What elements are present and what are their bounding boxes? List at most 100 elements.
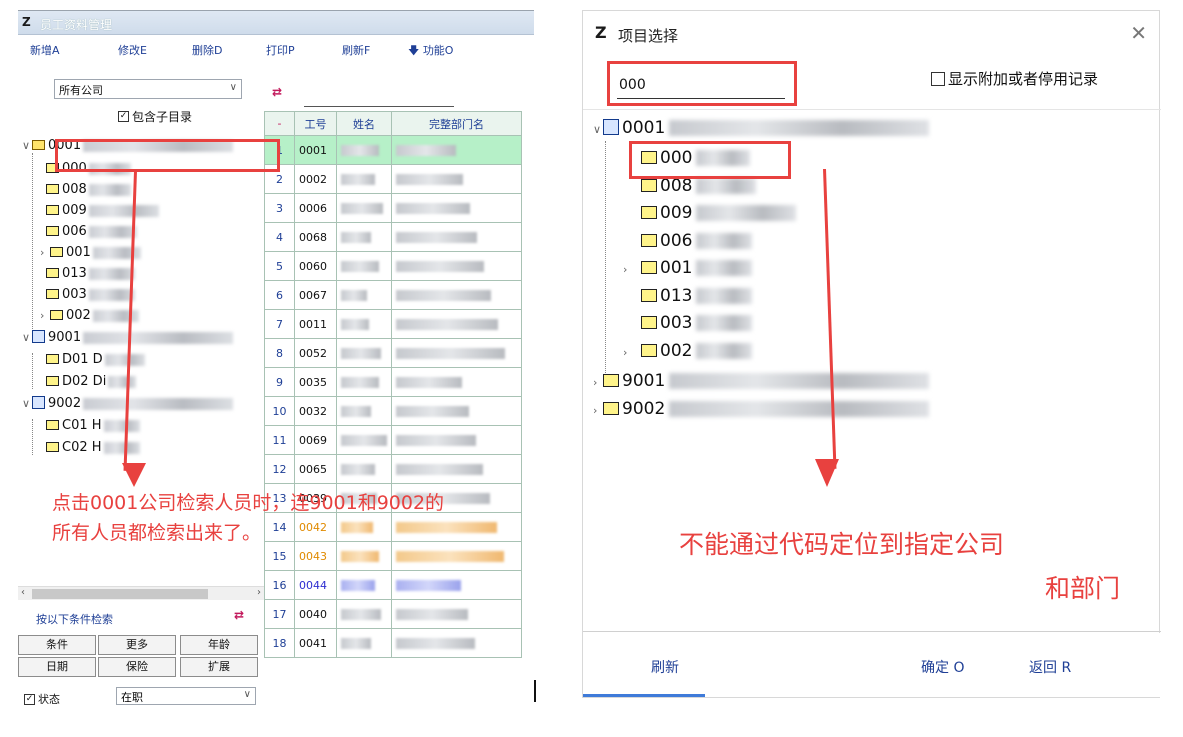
app-logo-icon: Z: [22, 15, 31, 29]
tree-node-001[interactable]: › 001: [40, 244, 141, 262]
include-subdir-checkbox[interactable]: ✓ 包含子目录: [118, 108, 192, 125]
tree-node-013[interactable]: 013: [46, 265, 135, 283]
folder-icon: [641, 260, 657, 274]
chevron-down-icon: ∨: [22, 139, 31, 152]
table-row[interactable]: 10 0032: [264, 396, 522, 426]
close-icon[interactable]: ✕: [1130, 21, 1147, 45]
company-select-value: 所有公司: [59, 84, 103, 97]
chevron-down-icon: ∨: [22, 331, 31, 344]
column-header-department[interactable]: 完整部门名: [391, 111, 522, 136]
add-button[interactable]: 新增A: [30, 42, 60, 58]
tree-node-006[interactable]: 006: [46, 223, 137, 241]
table-row[interactable]: 9 0035: [264, 367, 522, 397]
tree-node-013[interactable]: 013: [641, 283, 753, 309]
folder-icon: [46, 288, 59, 299]
back-button[interactable]: 返回 R: [1029, 657, 1071, 677]
company-select[interactable]: 所有公司 ∨: [54, 79, 242, 99]
employee-name: [336, 454, 392, 484]
row-index: 6: [264, 280, 295, 310]
tree-node-003[interactable]: 003: [641, 310, 753, 336]
tree-node-002[interactable]: › 002: [40, 307, 139, 325]
column-header-code[interactable]: 工号: [294, 111, 337, 136]
annotation-note-right: 不能通过代码定位到指定公司: [679, 530, 1005, 559]
folder-icon: [46, 419, 59, 430]
tree-horizontal-scrollbar[interactable]: ‹ ›: [18, 586, 264, 600]
swap-icon[interactable]: ⇄: [272, 85, 282, 99]
dialog-title: 项目选择: [618, 27, 679, 45]
table-row[interactable]: 17 0040: [264, 599, 522, 629]
folder-icon: [641, 288, 657, 302]
folder-icon: [641, 343, 657, 357]
department-name: [391, 222, 522, 252]
tree-node-008[interactable]: 008: [46, 181, 131, 199]
chevron-down-icon: ∨: [593, 123, 602, 136]
tree-node-009[interactable]: 009: [46, 202, 159, 220]
department-name: [391, 251, 522, 281]
refresh-button[interactable]: 刷新: [651, 657, 679, 677]
grid-filter-input[interactable]: [304, 106, 454, 107]
folder-icon: [46, 353, 59, 364]
tree-node-003[interactable]: 003: [46, 286, 135, 304]
table-row[interactable]: 4 0068: [264, 222, 522, 252]
status-checkbox[interactable]: ✓ 状态: [24, 691, 60, 707]
row-index: 17: [264, 599, 295, 629]
department-name: [391, 454, 522, 484]
table-row[interactable]: 5 0060: [264, 251, 522, 281]
refresh-button[interactable]: 刷新F: [342, 42, 370, 58]
tree-node-001[interactable]: › 001: [623, 255, 753, 281]
row-index: 18: [264, 628, 295, 658]
tree-node-9001[interactable]: › 9001: [593, 368, 930, 394]
column-header-name[interactable]: 姓名: [336, 111, 392, 136]
checkbox-checked-icon: ✓: [118, 111, 129, 122]
tree-node-002[interactable]: › 002: [623, 338, 753, 364]
table-row[interactable]: 7 0011: [264, 309, 522, 339]
delete-button[interactable]: 删除D: [192, 42, 222, 58]
folder-icon: [46, 441, 59, 452]
table-row[interactable]: 12 0065: [264, 454, 522, 484]
tree-node-009[interactable]: 009: [641, 200, 797, 226]
employee-name: [336, 280, 392, 310]
table-row[interactable]: 16 0044: [264, 570, 522, 600]
employee-code: 0041: [294, 628, 337, 658]
more-tab[interactable]: 更多: [98, 635, 176, 655]
item-select-dialog: Z 项目选择 ✕ 显示附加或者停用记录 ∨0001 000 008 009 00…: [582, 10, 1161, 698]
function-button[interactable]: 🡇 功能O: [408, 42, 453, 61]
tree-node-d02[interactable]: D02 Di: [46, 373, 137, 391]
folder-icon: [46, 204, 59, 215]
scrollbar-thumb[interactable]: [32, 589, 208, 599]
extend-tab[interactable]: 扩展: [180, 657, 258, 677]
row-index: 5: [264, 251, 295, 281]
tree-node-9002[interactable]: › 9002: [593, 396, 930, 422]
date-tab[interactable]: 日期: [18, 657, 96, 677]
age-tab[interactable]: 年龄: [180, 635, 258, 655]
employee-code: 0006: [294, 193, 337, 223]
show-extra-checkbox[interactable]: 显示附加或者停用记录: [931, 68, 1098, 89]
annotation-highlight-box: [55, 139, 280, 172]
table-row[interactable]: 6 0067: [264, 280, 522, 310]
window-title: 员工资料管理: [40, 18, 113, 32]
condition-tab[interactable]: 条件: [18, 635, 96, 655]
table-row[interactable]: 2 0002: [264, 164, 522, 194]
table-row[interactable]: 1 0001: [264, 135, 522, 165]
tree-node-006[interactable]: 006: [641, 228, 753, 254]
table-row[interactable]: 11 0069: [264, 425, 522, 455]
table-row[interactable]: 18 0041: [264, 628, 522, 658]
table-row[interactable]: 8 0052: [264, 338, 522, 368]
tree-node-0001[interactable]: ∨ 0001: [593, 115, 930, 141]
folder-icon: [46, 267, 59, 278]
folder-icon: [641, 205, 657, 219]
chevron-left-icon[interactable]: ‹: [21, 587, 25, 598]
chevron-right-icon[interactable]: ›: [257, 587, 261, 598]
print-button[interactable]: 打印P: [266, 42, 295, 58]
table-row[interactable]: 3 0006: [264, 193, 522, 223]
department-name: [391, 193, 522, 223]
chevron-right-icon: ›: [593, 404, 598, 417]
status-select[interactable]: 在职 ∨: [116, 687, 256, 705]
edit-button[interactable]: 修改E: [118, 42, 147, 58]
ok-button[interactable]: 确定 O: [921, 657, 964, 677]
folder-icon: [603, 401, 619, 415]
swap-icon[interactable]: ⇄: [234, 608, 244, 622]
insurance-tab[interactable]: 保险: [98, 657, 176, 677]
column-header-index[interactable]: -: [264, 111, 295, 136]
status-select-value: 在职: [121, 691, 143, 704]
